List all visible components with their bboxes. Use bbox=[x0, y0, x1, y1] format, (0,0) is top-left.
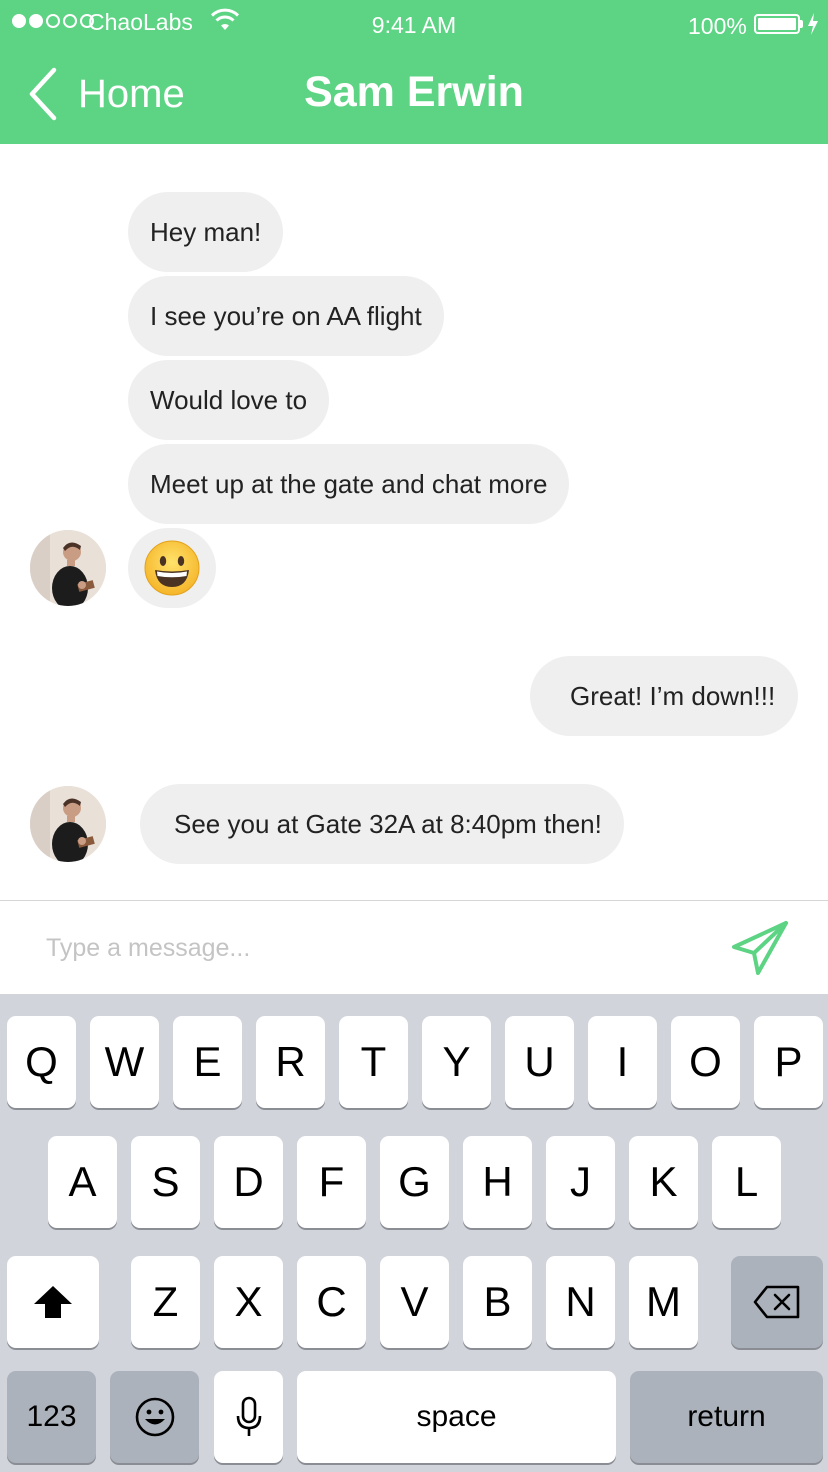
incoming-message-bubble: Would love to bbox=[128, 360, 330, 440]
onscreen-keyboard: Q W E R T Y U I O P A S D F G H J K L Z … bbox=[0, 994, 828, 1472]
key-z[interactable]: Z bbox=[131, 1256, 200, 1348]
key-d[interactable]: D bbox=[214, 1136, 283, 1228]
key-a[interactable]: A bbox=[48, 1136, 117, 1228]
key-w[interactable]: W bbox=[90, 1016, 159, 1108]
shift-arrow-icon bbox=[34, 1286, 72, 1318]
conversation-title: Sam Erwin bbox=[304, 68, 524, 116]
message-input[interactable] bbox=[46, 925, 686, 971]
status-bar: ChaoLabs 9:41 AM 100% bbox=[0, 0, 828, 48]
key-u[interactable]: U bbox=[505, 1016, 574, 1108]
key-g[interactable]: G bbox=[380, 1136, 449, 1228]
battery-tip bbox=[800, 20, 803, 28]
key-s[interactable]: S bbox=[131, 1136, 200, 1228]
header-bar: ChaoLabs 9:41 AM 100% Home Sam Erwin bbox=[0, 0, 828, 144]
key-b[interactable]: B bbox=[463, 1256, 532, 1348]
shift-key[interactable] bbox=[7, 1256, 99, 1348]
emoji-message-bubble bbox=[128, 528, 216, 608]
send-paper-plane-icon[interactable] bbox=[728, 917, 792, 981]
key-x[interactable]: X bbox=[214, 1256, 283, 1348]
key-k[interactable]: K bbox=[629, 1136, 698, 1228]
incoming-message-bubble: I see you’re on AA flight bbox=[128, 276, 444, 356]
numbers-key[interactable]: 123 bbox=[7, 1371, 96, 1463]
contact-photo bbox=[30, 786, 106, 862]
key-i[interactable]: I bbox=[588, 1016, 657, 1108]
battery-percentage: 100% bbox=[688, 13, 747, 39]
space-key[interactable]: space bbox=[297, 1371, 616, 1463]
return-key[interactable]: return bbox=[630, 1371, 823, 1463]
key-c[interactable]: C bbox=[297, 1256, 366, 1348]
key-n[interactable]: N bbox=[546, 1256, 615, 1348]
incoming-message-bubble: Hey man! bbox=[128, 192, 284, 272]
grinning-face-emoji bbox=[144, 540, 200, 596]
key-p[interactable]: P bbox=[754, 1016, 823, 1108]
message-list[interactable]: Hey man! I see you’re on AA flight Would… bbox=[0, 144, 828, 900]
dictation-key[interactable] bbox=[214, 1371, 283, 1463]
emoji-key[interactable] bbox=[110, 1371, 199, 1463]
charging-bolt-icon bbox=[808, 13, 818, 35]
key-r[interactable]: R bbox=[256, 1016, 325, 1108]
avatar[interactable] bbox=[30, 530, 106, 606]
key-l[interactable]: L bbox=[712, 1136, 781, 1228]
backspace-icon bbox=[753, 1285, 800, 1319]
outgoing-message-bubble: Great! I’m down!!! bbox=[530, 656, 798, 736]
smiley-icon bbox=[135, 1397, 174, 1437]
key-f[interactable]: F bbox=[297, 1136, 366, 1228]
contact-photo bbox=[30, 530, 106, 606]
avatar[interactable] bbox=[30, 786, 106, 862]
delete-key[interactable] bbox=[731, 1256, 823, 1348]
key-o[interactable]: O bbox=[671, 1016, 740, 1108]
key-j[interactable]: J bbox=[546, 1136, 615, 1228]
battery-icon bbox=[754, 14, 800, 34]
message-composer bbox=[0, 900, 828, 994]
incoming-message-bubble: See you at Gate 32A at 8:40pm then! bbox=[140, 784, 624, 864]
microphone-icon bbox=[236, 1396, 261, 1436]
key-e[interactable]: E bbox=[173, 1016, 242, 1108]
key-q[interactable]: Q bbox=[7, 1016, 76, 1108]
incoming-message-bubble: Meet up at the gate and chat more bbox=[128, 444, 570, 524]
navigation-bar: Home Sam Erwin bbox=[0, 48, 828, 144]
key-t[interactable]: T bbox=[339, 1016, 408, 1108]
key-y[interactable]: Y bbox=[422, 1016, 491, 1108]
key-v[interactable]: V bbox=[380, 1256, 449, 1348]
key-h[interactable]: H bbox=[463, 1136, 532, 1228]
key-m[interactable]: M bbox=[629, 1256, 698, 1348]
